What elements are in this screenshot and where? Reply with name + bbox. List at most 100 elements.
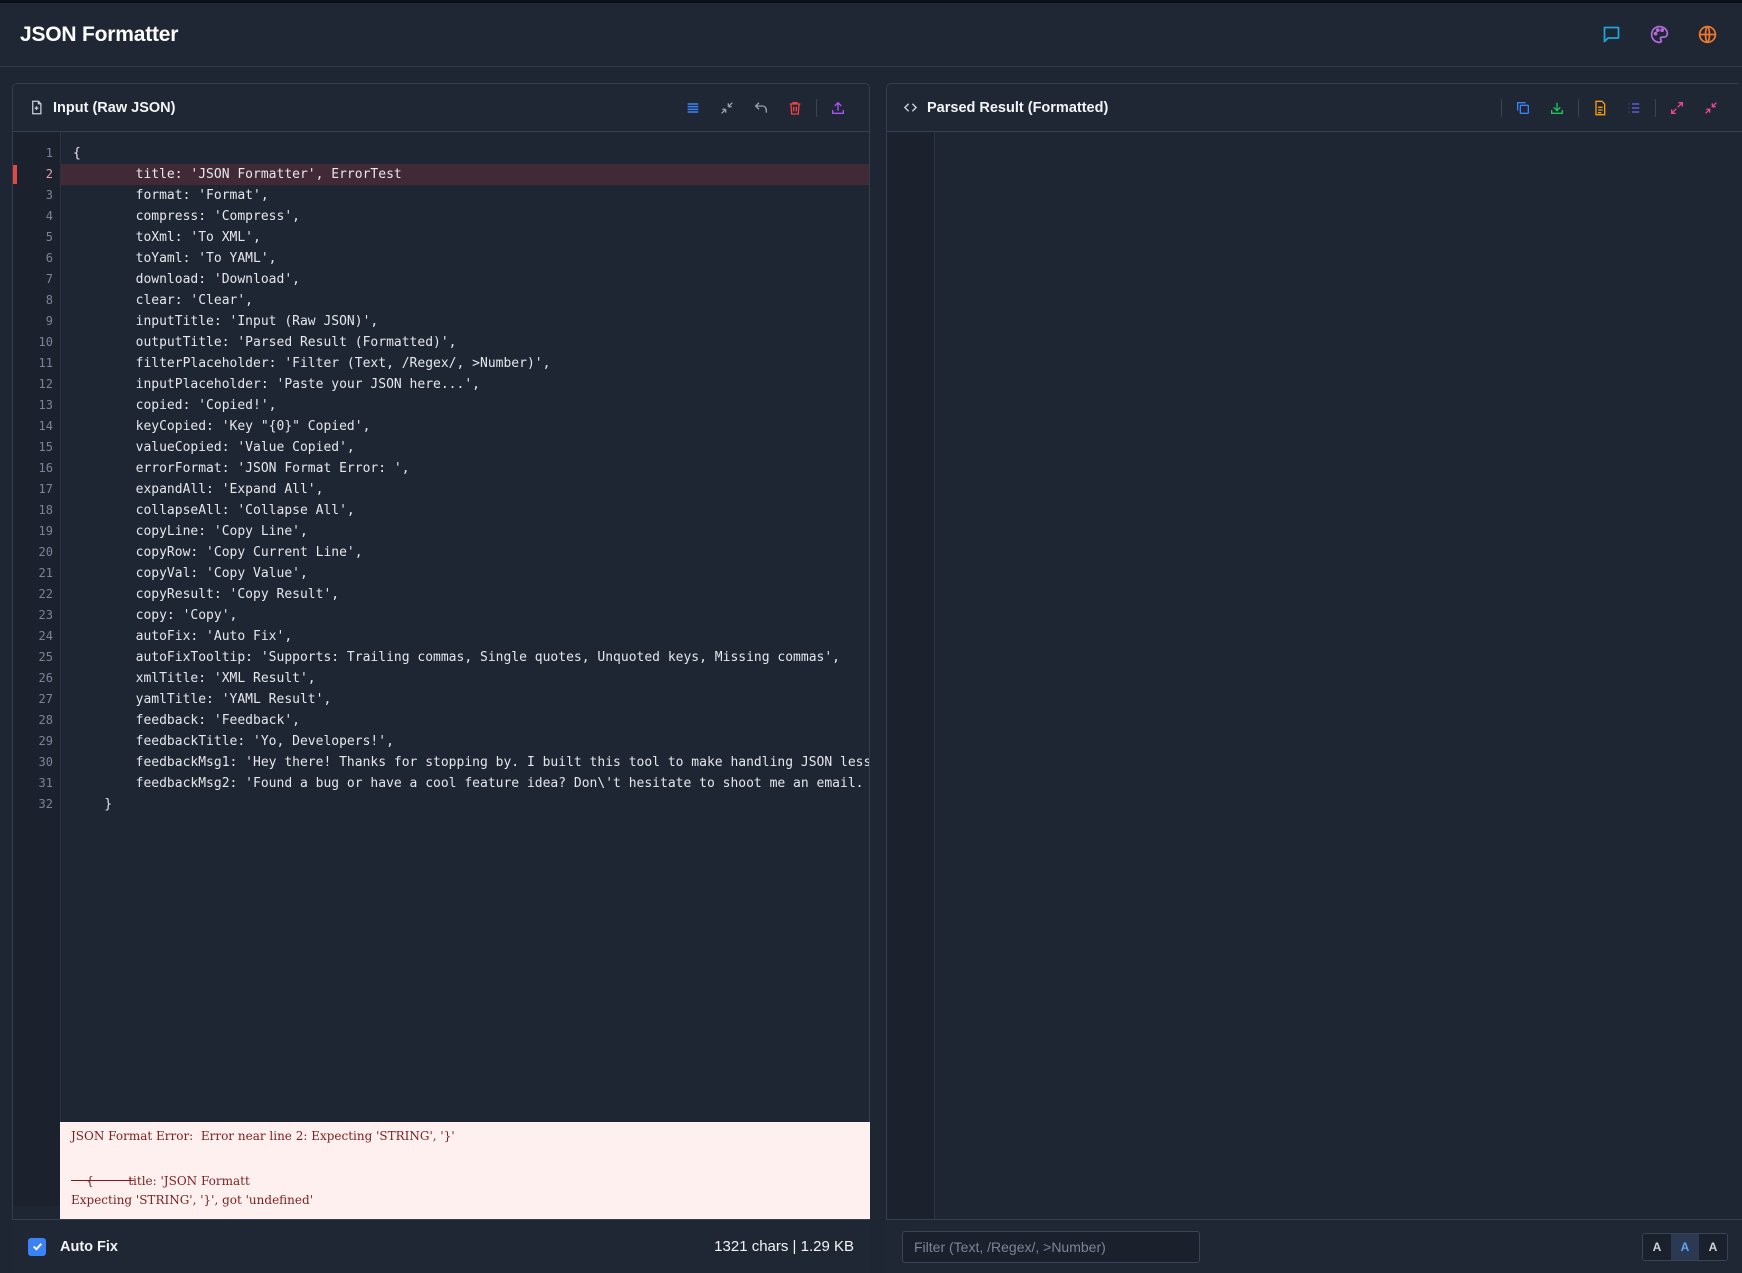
line-number: 28 [38,713,53,727]
code-line[interactable]: copyLine: 'Copy Line', [61,521,869,542]
format-icon [687,102,699,113]
code-line[interactable]: copied: 'Copied!', [61,395,869,416]
error-message-box: JSON Format Error: Error near line 2: Ex… [60,1122,870,1219]
auto-fix-label: Auto Fix [60,1238,118,1255]
code-line[interactable]: yamlTitle: 'YAML Result', [61,689,869,710]
download-button[interactable] [1540,94,1574,122]
globe-icon [1698,25,1716,44]
undo-icon [754,101,767,113]
expand-all-button[interactable] [1660,94,1694,122]
filter-input[interactable] [902,1230,1200,1263]
format-button[interactable] [676,94,710,122]
code-line[interactable]: filterPlaceholder: 'Filter (Text, /Regex… [61,353,869,374]
code-line[interactable]: inputTitle: 'Input (Raw JSON)', [61,311,869,332]
code-line[interactable]: autoFix: 'Auto Fix', [61,626,869,647]
checkmark-icon [32,1243,42,1251]
toolbar-divider [816,98,817,117]
line-number: 4 [45,209,53,223]
error-code-line[interactable]: title: 'JSON Formatter', ErrorTest [61,164,869,185]
palette-icon [1650,25,1668,44]
code-line[interactable]: feedbackMsg2: 'Found a bug or have a coo… [61,773,869,794]
font-size-small-button[interactable]: A [1643,1233,1671,1260]
yaml-icon [1628,102,1640,113]
collapse-all-button[interactable] [1694,94,1728,122]
line-number: 30 [38,755,53,769]
code-line[interactable]: copyRow: 'Copy Current Line', [61,542,869,563]
code-line[interactable]: { [61,143,869,164]
line-number: 13 [38,398,53,412]
clear-button[interactable] [778,94,812,122]
app-header: JSON Formatter [0,3,1742,67]
code-line[interactable]: xmlTitle: 'XML Result', [61,668,869,689]
code-line[interactable]: inputPlaceholder: 'Paste your JSON here.… [61,374,869,395]
line-number: 12 [38,377,53,391]
code-line[interactable]: copyVal: 'Copy Value', [61,563,869,584]
font-size-large-button[interactable]: A [1699,1233,1727,1260]
code-line[interactable]: copy: 'Copy', [61,605,869,626]
code-line[interactable]: format: 'Format', [61,185,869,206]
font-size-medium-button[interactable]: A [1671,1233,1699,1260]
to-yaml-button[interactable] [1617,94,1651,122]
file-input-icon [32,100,42,115]
message-square-icon [1603,26,1619,43]
code-line[interactable]: clear: 'Clear', [61,290,869,311]
download-icon [1551,102,1563,114]
code-line[interactable]: feedbackTitle: 'Yo, Developers!', [61,731,869,752]
char-count: 1321 chars | 1.29 KB [714,1238,854,1255]
line-number-gutter: 1 2 3 4 5 6 7 8 9 10 11 12 13 14 15 16 17 18 19 20 21 22 23 24 2… [13,132,61,1206]
output-panel-header: Parsed Result (Formatted) [887,84,1742,132]
upload-button[interactable] [821,94,855,122]
line-number: 8 [45,293,53,307]
code-line[interactable]: expandAll: 'Expand All', [61,479,869,500]
code-line[interactable]: compress: 'Compress', [61,206,869,227]
output-area[interactable] [935,132,1742,1220]
line-number: 2 [45,167,53,181]
input-panel-title: Input (Raw JSON) [53,99,176,116]
undo-button[interactable] [744,94,778,122]
code-line[interactable]: toYaml: 'To YAML', [61,248,869,269]
line-number: 31 [38,776,53,790]
code-line[interactable]: copyResult: 'Copy Result', [61,584,869,605]
to-xml-button[interactable] [1583,94,1617,122]
code-line[interactable]: collapseAll: 'Collapse All', [61,500,869,521]
code-line[interactable]: toXml: 'To XML', [61,227,869,248]
feedback-button[interactable] [1600,24,1622,46]
error-pointer [71,1180,134,1181]
auto-fix-checkbox[interactable] [28,1237,46,1256]
compress-button[interactable] [710,94,744,122]
code-line[interactable]: feedback: 'Feedback', [61,710,869,731]
input-footer: Auto Fix 1321 chars | 1.29 KB [12,1219,870,1273]
line-number: 32 [38,797,53,811]
code-line[interactable]: } [61,794,869,815]
line-number: 10 [38,335,53,349]
line-number: 24 [38,629,53,643]
theme-button[interactable] [1648,24,1670,46]
code-line[interactable]: errorFormat: 'JSON Format Error: ', [61,458,869,479]
language-button[interactable] [1696,24,1718,46]
line-number: 9 [45,314,53,328]
line-number: 23 [38,608,53,622]
collapse-all-icon [1705,101,1717,114]
error-line-marker [13,165,17,184]
code-line[interactable]: valueCopied: 'Value Copied', [61,437,869,458]
input-editor[interactable]: 1 2 3 4 5 6 7 8 9 10 11 12 13 14 15 16 17 18 19 20 21 22 23 24 2… [13,132,869,1206]
expand-all-icon [1671,101,1683,114]
trash-icon [789,101,801,115]
app-title: JSON Formatter [20,22,179,46]
code-line[interactable]: autoFixTooltip: 'Supports: Trailing comm… [61,647,869,668]
auto-fix-toggle[interactable]: Auto Fix [28,1237,118,1256]
line-number: 5 [45,230,53,244]
line-number: 6 [45,251,53,265]
compress-icon [721,101,733,114]
code-line[interactable]: keyCopied: 'Key "{0}" Copied', [61,416,869,437]
code-line[interactable]: feedbackMsg1: 'Hey there! Thanks for sto… [61,752,869,773]
copy-result-button[interactable] [1506,94,1540,122]
line-number: 1 [45,146,53,160]
line-number: 22 [38,587,53,601]
code-area[interactable]: { title: 'JSON Formatter', ErrorTest for… [61,132,869,1206]
code-line[interactable]: outputTitle: 'Parsed Result (Formatted)'… [61,332,869,353]
line-number: 29 [38,734,53,748]
output-viewer[interactable] [887,132,1742,1220]
code-line[interactable]: download: 'Download', [61,269,869,290]
line-number: 15 [38,440,53,454]
